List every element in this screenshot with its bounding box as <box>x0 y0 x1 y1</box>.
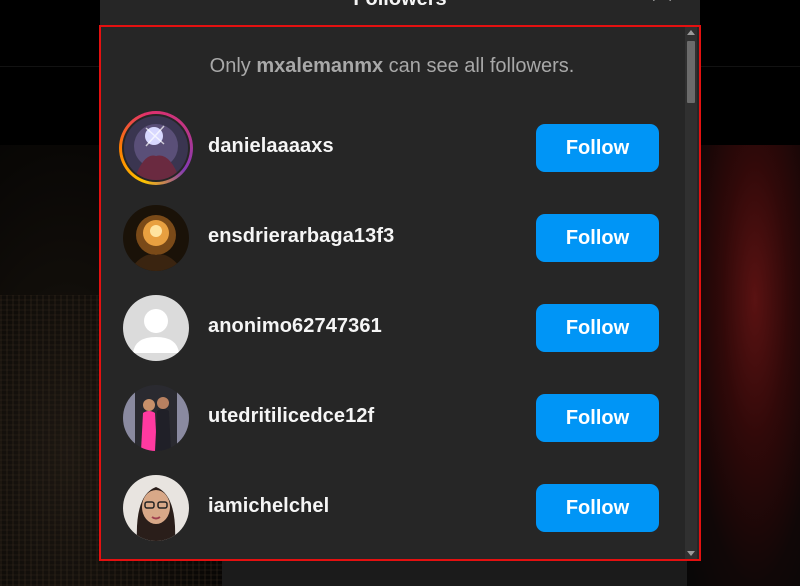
follower-row[interactable]: ensdrierarbaga13f3 Follow <box>119 199 664 279</box>
follow-button[interactable]: Follow <box>536 214 659 262</box>
photo-avatar-icon <box>123 205 189 271</box>
follower-row[interactable]: anonimo62747361 Follow <box>119 289 664 369</box>
follower-row[interactable]: danielaaaaxs Follow <box>119 109 664 189</box>
follow-button[interactable]: Follow <box>536 484 659 532</box>
follower-username[interactable]: ensdrierarbaga13f3 <box>208 225 394 248</box>
follower-row[interactable]: utedritilicedce12f Follow <box>119 379 664 459</box>
photo-avatar-icon <box>123 385 189 451</box>
dialog-title: Followers <box>100 0 700 11</box>
notice-account: mxalemanmx <box>256 55 384 77</box>
follow-button[interactable]: Follow <box>536 394 659 442</box>
followers-notice: Only mxalemanmx can see all followers. <box>209 55 575 77</box>
default-avatar-icon <box>123 295 189 361</box>
scroll-up-arrow-icon[interactable] <box>687 30 695 35</box>
avatar[interactable] <box>123 205 189 271</box>
follower-username[interactable]: iamichelchel <box>208 495 329 518</box>
close-icon[interactable] <box>650 0 676 6</box>
scrollbar[interactable] <box>685 27 697 559</box>
scroll-down-arrow-icon[interactable] <box>687 551 695 556</box>
photo-avatar-icon <box>123 475 189 541</box>
photo-avatar-icon <box>124 116 188 180</box>
followers-list[interactable]: Only mxalemanmx can see all followers. d… <box>99 25 701 561</box>
follow-button[interactable]: Follow <box>536 304 659 352</box>
scrollbar-thumb[interactable] <box>687 41 695 103</box>
dialog-header: Followers <box>100 0 700 25</box>
follower-row[interactable]: iamichelchel Follow <box>119 469 664 549</box>
follower-username[interactable]: danielaaaaxs <box>208 135 334 158</box>
avatar[interactable] <box>123 475 189 541</box>
follower-username[interactable]: anonimo62747361 <box>208 315 382 338</box>
avatar[interactable] <box>124 116 188 180</box>
follow-button[interactable]: Follow <box>536 124 659 172</box>
avatar[interactable] <box>123 385 189 451</box>
avatar[interactable] <box>123 295 189 361</box>
follower-username[interactable]: utedritilicedce12f <box>208 405 374 428</box>
